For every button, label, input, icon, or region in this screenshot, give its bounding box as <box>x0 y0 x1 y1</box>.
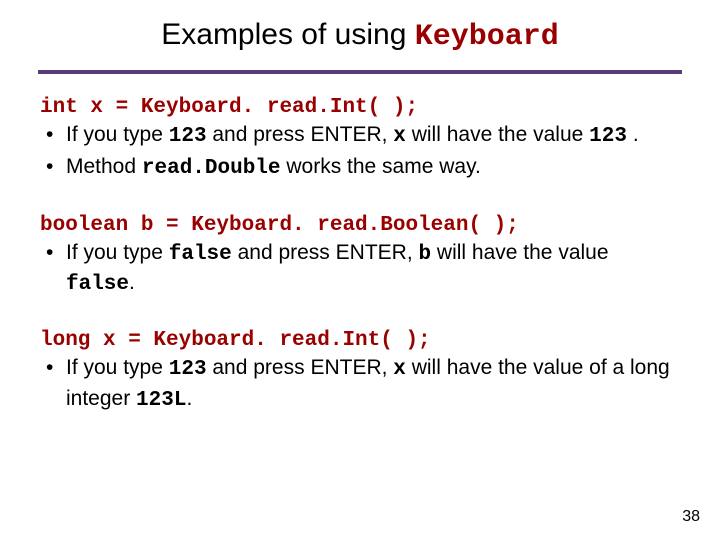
bullet-list: If you type 123 and press ENTER, x will … <box>38 121 682 184</box>
code-text: x <box>393 125 406 148</box>
content-area: int x = Keyboard. read.Int( );If you typ… <box>38 96 682 415</box>
body-text: If you type <box>66 241 169 264</box>
code-text: 123 <box>589 125 627 148</box>
divider <box>38 70 682 74</box>
code-line: int x = Keyboard. read.Int( ); <box>40 96 682 119</box>
bullet-item: If you type 123 and press ENTER, x will … <box>62 354 682 415</box>
slide: Examples of using Keyboard int x = Keybo… <box>0 0 720 540</box>
example-block: boolean b = Keyboard. read.Boolean( );If… <box>38 214 682 300</box>
code-line: long x = Keyboard. read.Int( ); <box>40 329 682 352</box>
bullet-list: If you type 123 and press ENTER, x will … <box>38 354 682 415</box>
body-text: If you type <box>66 356 169 379</box>
body-text: . <box>129 271 135 294</box>
code-text: 123 <box>169 358 207 381</box>
body-text: Method <box>66 155 142 178</box>
code-text: x <box>393 358 406 381</box>
code-text: 123L <box>136 389 186 412</box>
body-text: will have the value <box>406 123 589 146</box>
body-text: and press ENTER, <box>232 241 419 264</box>
body-text: . <box>186 387 192 410</box>
code-text: b <box>418 243 431 266</box>
title-code: Keyboard <box>415 20 559 54</box>
body-text: If you type <box>66 123 169 146</box>
bullet-item: If you type 123 and press ENTER, x will … <box>62 121 682 151</box>
title-prefix: Examples of using <box>161 18 414 51</box>
code-text: read.Double <box>142 157 281 180</box>
code-text: false <box>66 273 129 296</box>
code-text: false <box>169 243 232 266</box>
code-line: boolean b = Keyboard. read.Boolean( ); <box>40 214 682 237</box>
body-text: will have the value <box>431 241 608 264</box>
example-block: long x = Keyboard. read.Int( );If you ty… <box>38 329 682 415</box>
example-block: int x = Keyboard. read.Int( );If you typ… <box>38 96 682 184</box>
body-text: works the same way. <box>281 155 481 178</box>
bullet-item: If you type false and press ENTER, b wil… <box>62 239 682 300</box>
body-text: . <box>627 123 639 146</box>
bullet-list: If you type false and press ENTER, b wil… <box>38 239 682 300</box>
code-text: 123 <box>169 125 207 148</box>
body-text: and press ENTER, <box>207 356 394 379</box>
page-number: 38 <box>682 508 700 526</box>
slide-title: Examples of using Keyboard <box>38 18 682 60</box>
body-text: and press ENTER, <box>207 123 394 146</box>
bullet-item: Method read.Double works the same way. <box>62 153 682 183</box>
